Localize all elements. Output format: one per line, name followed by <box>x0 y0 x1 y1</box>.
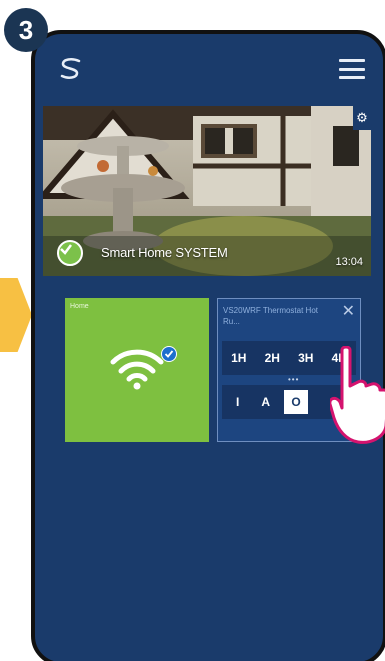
wifi-icon <box>110 349 164 390</box>
home-tile[interactable]: Home <box>65 298 209 442</box>
pointing-hand-icon <box>330 346 385 444</box>
mode-button-on[interactable]: I <box>236 395 239 409</box>
close-icon[interactable]: ✕ <box>342 301 355 321</box>
app-header <box>35 34 383 104</box>
mode-button-off[interactable]: O <box>284 390 309 414</box>
hour-button-1h[interactable]: 1H <box>231 351 246 365</box>
hamburger-menu-icon[interactable] <box>339 59 365 79</box>
page-dots: ••• <box>288 375 300 384</box>
camera-status-check-icon <box>57 240 83 266</box>
camera-preview[interactable]: ⚙ Smart Home SYSTEM 13:04 <box>43 106 371 276</box>
syxthsense-logo-icon[interactable] <box>57 55 85 83</box>
home-status-check-icon <box>161 346 177 362</box>
hour-button-3h[interactable]: 3H <box>298 351 313 365</box>
home-tile-label: Home <box>70 303 89 310</box>
step-number-badge: 3 <box>4 8 48 52</box>
camera-title: Smart Home SYSTEM <box>101 245 228 260</box>
camera-time: 13:04 <box>335 256 363 268</box>
mode-button-auto[interactable]: A <box>261 395 270 409</box>
next-step-arrow <box>0 278 32 352</box>
camera-settings-gear-icon[interactable]: ⚙ <box>353 106 371 130</box>
hour-button-2h[interactable]: 2H <box>265 351 280 365</box>
thermostat-title: VS20WRF Thermostat Hot Ru... <box>223 306 318 326</box>
